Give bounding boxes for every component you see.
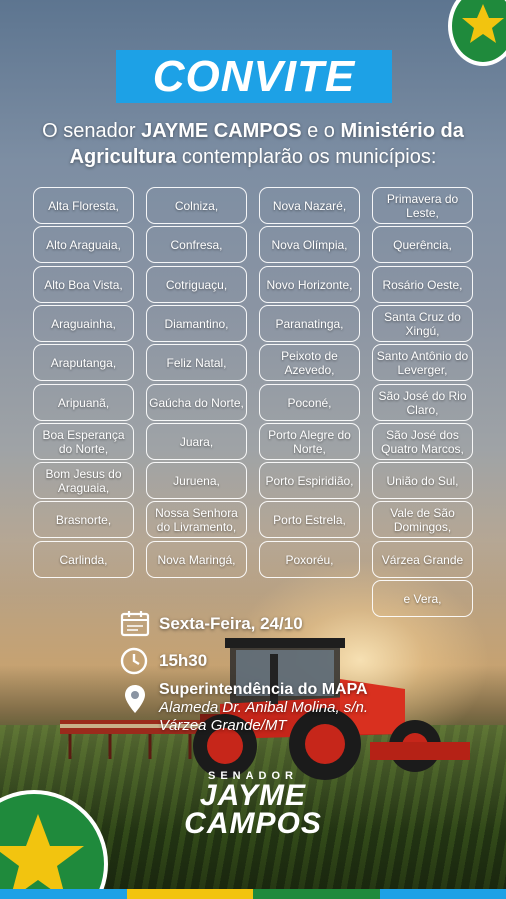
municipality-item: Querência, xyxy=(372,226,473,263)
municipality-item: Carlinda, xyxy=(33,541,134,578)
municipality-item: Alto Araguaia, xyxy=(33,226,134,263)
municipality-item: e Vera, xyxy=(372,580,473,617)
municipality-item: Cotriguaçu, xyxy=(146,266,247,303)
municipality-item: Peixoto de Azevedo, xyxy=(259,344,360,381)
municipality-item: Alto Boa Vista, xyxy=(33,266,134,303)
location-pin-icon xyxy=(125,685,145,713)
municipality-item: Novo Horizonte, xyxy=(259,266,360,303)
event-time: 15h30 xyxy=(159,651,208,670)
senator-logo: SENADOR JAYME CAMPOS xyxy=(184,770,322,840)
municipality-item: Aripuanã, xyxy=(33,384,134,421)
municipality-item: Colniza, xyxy=(146,187,247,224)
municipality-item: Santa Cruz do Xingú, xyxy=(372,305,473,342)
municipality-item: Nova Olímpia, xyxy=(259,226,360,263)
municipality-item: Nossa Senhora do Livramento, xyxy=(146,501,247,538)
municipality-item: Poxoréu, xyxy=(259,541,360,578)
municipality-item: Confresa, xyxy=(146,226,247,263)
municipality-item: Poconé, xyxy=(259,384,360,421)
municipality-item: Santo Antônio do Leverger, xyxy=(372,344,473,381)
clock-icon xyxy=(120,647,148,675)
municipality-item: Bom Jesus do Araguaia, xyxy=(33,462,134,499)
calendar-icon xyxy=(120,611,150,637)
municipality-item: Araputanga, xyxy=(33,344,134,381)
star-icon xyxy=(462,4,504,43)
event-date: Sexta-Feira, 24/10 xyxy=(159,614,303,633)
municipality-item: Vale de São Domingos, xyxy=(372,501,473,538)
page-title: CONVITE xyxy=(152,51,356,101)
municipality-item: Várzea Grande xyxy=(372,541,473,578)
municipality-item: Juara, xyxy=(146,423,247,460)
municipality-item: Nova Maringá, xyxy=(146,541,247,578)
municipalities-grid: Alta Floresta, Alto Araguaia, Alto Boa Vis… xyxy=(33,187,474,619)
municipality-item: Feliz Natal, xyxy=(146,344,247,381)
event-venue: Superintendência do MAPA Alameda Dr. Ani… xyxy=(159,681,368,734)
municipality-item: Porto Alegre do Norte, xyxy=(259,423,360,460)
flag-stripes xyxy=(0,889,506,899)
municipality-item: Brasnorte, xyxy=(33,501,134,538)
municipality-item: Diamantino, xyxy=(146,305,247,342)
municipality-item: Boa Esperança do Norte, xyxy=(33,423,134,460)
senator-name: JAYME CAMPOS xyxy=(141,120,302,142)
invitation-subtitle: O senador JAYME CAMPOS e o Ministério da… xyxy=(42,120,464,168)
municipality-item: Porto Espiridião, xyxy=(259,462,360,499)
municipality-item: União do Sul, xyxy=(372,462,473,499)
title-banner: CONVITE xyxy=(116,50,392,103)
municipality-item: São José do Rio Claro, xyxy=(372,384,473,421)
municipality-item: Araguainha, xyxy=(33,305,134,342)
invitation-poster: CONVITE O senador JAYME CAMPOS e o Minis… xyxy=(0,0,506,899)
municipality-item: Gaúcha do Norte, xyxy=(146,384,247,421)
municipality-item: Rosário Oeste, xyxy=(372,266,473,303)
municipality-item: Nova Nazaré, xyxy=(259,187,360,224)
municipality-item: Paranatinga, xyxy=(259,305,360,342)
municipality-item: Juruena, xyxy=(146,462,247,499)
municipality-item: São José dos Quatro Marcos, xyxy=(372,423,473,460)
municipality-item: Porto Estrela, xyxy=(259,501,360,538)
municipality-item: Primavera do Leste, xyxy=(372,187,473,224)
municipality-item: Alta Floresta, xyxy=(33,187,134,224)
star-badge-top xyxy=(448,0,506,66)
